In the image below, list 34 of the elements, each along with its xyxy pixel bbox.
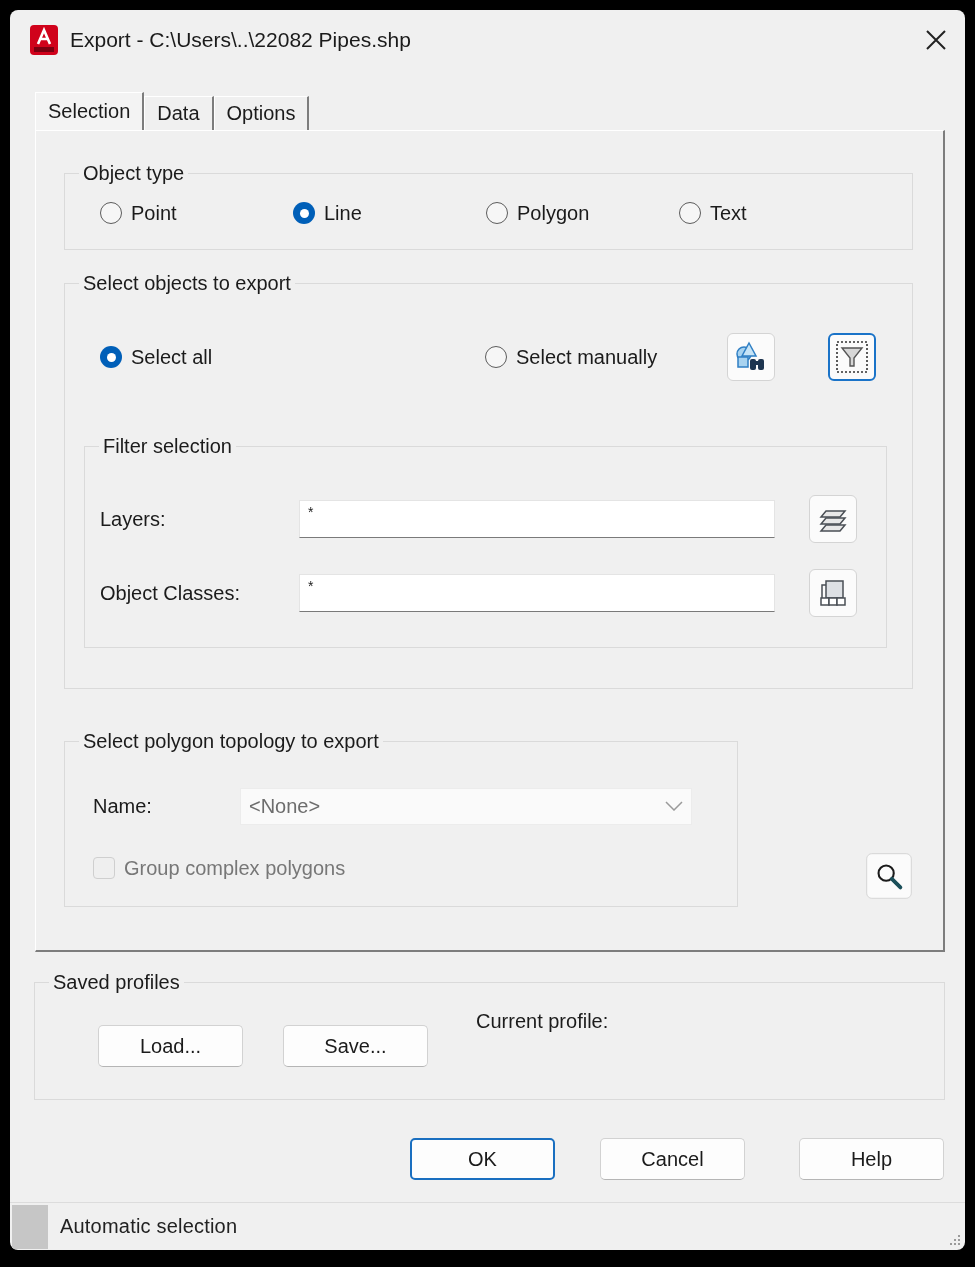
ok-button[interactable]: OK bbox=[410, 1138, 555, 1180]
radio-button[interactable]: Select all bbox=[100, 345, 213, 369]
chevron-down-icon bbox=[665, 801, 683, 811]
field-label: Name: bbox=[93, 794, 153, 818]
tab[interactable]: Options bbox=[213, 96, 310, 130]
tab[interactable]: Selection bbox=[35, 92, 145, 130]
load-button[interactable]: Load... bbox=[98, 1025, 243, 1067]
field-label: Object Classes: bbox=[100, 581, 242, 605]
resize-grip-icon[interactable] bbox=[949, 1234, 961, 1246]
funnel-icon bbox=[834, 339, 870, 375]
app-logo-icon bbox=[30, 25, 58, 55]
tab[interactable]: Data bbox=[144, 96, 214, 130]
search-button[interactable] bbox=[866, 853, 912, 899]
input-field[interactable]: * bbox=[299, 574, 775, 612]
blocks-icon bbox=[817, 577, 849, 609]
radio-button[interactable]: Point bbox=[100, 201, 177, 225]
radio-button[interactable]: Polygon bbox=[486, 201, 590, 225]
field-label: Layers: bbox=[100, 507, 167, 531]
object-class-button[interactable] bbox=[809, 569, 857, 617]
radio-button[interactable]: Text bbox=[679, 201, 747, 225]
save-button[interactable]: Save... bbox=[283, 1025, 428, 1067]
close-icon[interactable] bbox=[925, 29, 947, 51]
help-button[interactable]: Help bbox=[799, 1138, 944, 1180]
status-indicator bbox=[12, 1204, 48, 1249]
current-profile-label: Current profile: bbox=[476, 1009, 609, 1033]
window-title: Export - C:\Users\..\22082 Pipes.shp bbox=[70, 28, 411, 52]
layer-list-button[interactable] bbox=[809, 495, 857, 543]
find-objects-button[interactable] bbox=[727, 333, 775, 381]
radio-button[interactable]: Line bbox=[293, 201, 362, 225]
status-text: Automatic selection bbox=[60, 1215, 238, 1238]
cancel-button[interactable]: Cancel bbox=[600, 1138, 745, 1180]
filter-button[interactable] bbox=[828, 333, 876, 381]
input-field[interactable]: * bbox=[299, 500, 775, 538]
radio-button[interactable]: Select manually bbox=[485, 345, 658, 369]
